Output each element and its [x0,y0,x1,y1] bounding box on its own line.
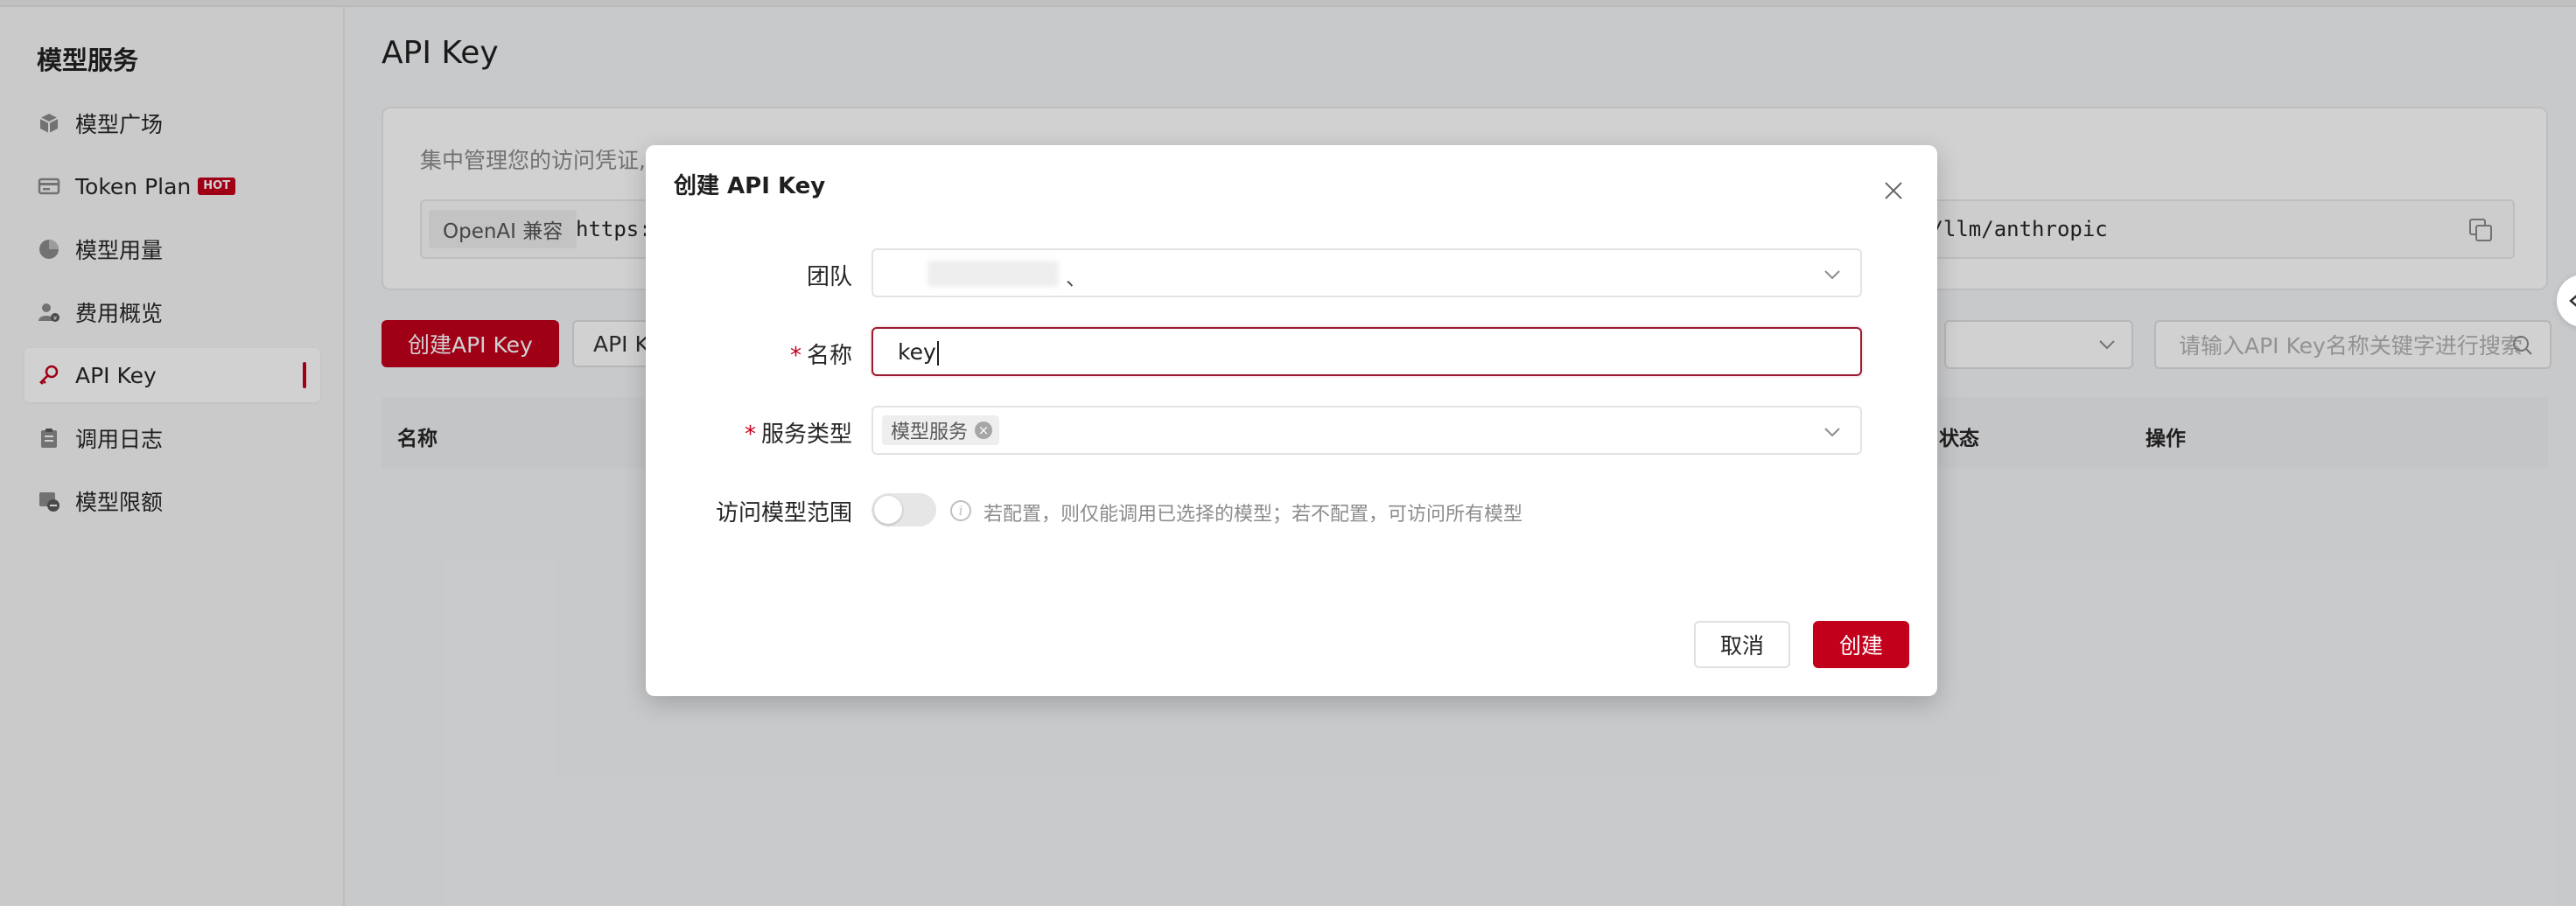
required-marker: * [789,343,802,369]
create-api-key-dialog: 创建 API Key 团队 、 * 名称 key * 服务类型 模型服务 × 访问模… [646,145,1937,696]
model-scope-hint: 若配置，则仅能调用已选择的模型；若不配置，可访问所有模型 [984,504,1523,526]
chevron-down-icon [1824,268,1841,284]
chevron-left-icon [2569,295,2576,307]
required-marker: * [744,422,756,448]
name-input[interactable]: key [872,327,1862,376]
chevron-down-icon [1824,425,1841,442]
info-icon: i [950,500,971,521]
cancel-button[interactable]: 取消 [1694,621,1790,668]
service-type-tag: 模型服务 × [882,415,1000,445]
name-label: * 名称 [789,343,852,369]
model-scope-label: 访问模型范围 [715,500,852,526]
dialog-title: 创建 API Key [674,173,826,199]
team-select[interactable]: 、 [872,248,1862,297]
tag-remove-icon[interactable]: × [975,422,993,439]
create-button[interactable]: 创建 [1813,621,1909,668]
text-caret [936,341,939,366]
model-scope-toggle[interactable] [872,493,936,526]
team-value-redacted [928,261,1059,287]
service-type-select[interactable]: 模型服务 × [872,406,1862,455]
service-type-label: * 服务类型 [744,422,852,448]
team-value-separator: 、 [1066,266,1087,290]
name-input-value: key [898,339,939,366]
close-icon[interactable] [1883,180,1904,201]
toggle-knob [874,496,902,524]
team-label: 团队 [806,264,852,290]
